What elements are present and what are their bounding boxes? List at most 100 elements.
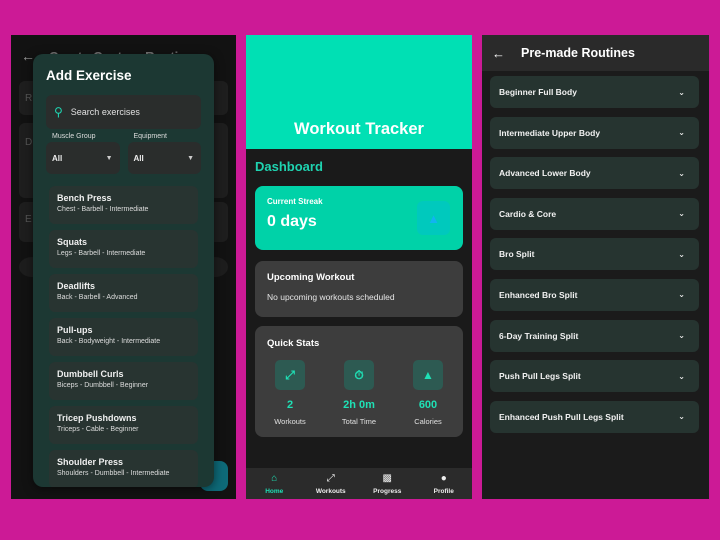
exercise-meta: Back - Bodyweight - Intermediate xyxy=(57,338,161,345)
routine-item[interactable]: Cardio & Core ⌄ xyxy=(490,197,699,230)
stat-total-time: ⏱ 2h 0m Total Time xyxy=(336,360,382,426)
routine-name: 6-Day Training Split xyxy=(499,330,579,341)
routine-item[interactable]: Advanced Lower Body ⌄ xyxy=(490,157,699,190)
exercise-meta: Shoulders - Dumbbell - Intermediate xyxy=(57,470,170,477)
exercise-meta: Biceps - Dumbbell - Beginner xyxy=(57,382,149,389)
filter-label: Equipment xyxy=(133,133,167,140)
filters: Muscle Group All ▼ Equipment All ▼ xyxy=(46,133,201,174)
exercise-name: Shoulder Press xyxy=(57,457,124,467)
stopwatch-icon: ⏱ xyxy=(344,360,374,390)
exercise-name: Pull-ups xyxy=(57,325,93,335)
equipment-filter: Equipment All ▼ xyxy=(127,133,201,174)
nav-label: Progress xyxy=(373,487,402,495)
routine-item[interactable]: Push Pull Legs Split ⌄ xyxy=(490,360,699,393)
muscle-group-filter: Muscle Group All ▼ xyxy=(46,133,120,174)
chart-icon: ▩ xyxy=(382,472,392,484)
filter-value: All xyxy=(52,153,63,163)
nav-home[interactable]: ⌂ Home xyxy=(249,473,299,495)
stat-value: 2h 0m xyxy=(343,399,375,411)
streak-card: Current Streak 0 days ▲ xyxy=(255,186,463,250)
quick-stats-title: Quick Stats xyxy=(267,338,320,349)
search-input[interactable] xyxy=(70,107,191,117)
nav-label: Home xyxy=(265,487,284,495)
stat-label: Calories xyxy=(414,417,442,426)
stat-label: Total Time xyxy=(341,417,377,426)
upcoming-title: Upcoming Workout xyxy=(267,272,355,283)
filter-label: Muscle Group xyxy=(52,133,96,140)
chevron-down-icon: ⌄ xyxy=(678,249,685,259)
chevron-down-icon: ⌄ xyxy=(678,290,685,300)
routine-name: Push Pull Legs Split xyxy=(499,371,581,382)
routine-name: Bro Split xyxy=(499,249,535,260)
app-bar: ← Pre-made Routines xyxy=(482,35,709,71)
exercise-item[interactable]: Deadlifts Back - Barbell - Advanced xyxy=(49,274,198,312)
fire-icon: ▲ xyxy=(413,360,443,390)
filter-value: All xyxy=(133,153,144,163)
muscle-group-select[interactable]: All ▼ xyxy=(46,142,120,174)
app-header: Workout Tracker xyxy=(246,35,472,149)
section-title: Dashboard xyxy=(255,159,323,174)
fire-icon: ▲ xyxy=(417,201,450,235)
search-icon: ⚲ xyxy=(54,105,63,119)
stat-value: 2 xyxy=(286,399,294,411)
nav-label: Workouts xyxy=(315,487,346,495)
bottom-nav: ⌂ Home ⤢ Workouts ▩ Progress ● Profile xyxy=(246,468,472,499)
exercise-item[interactable]: Squats Legs - Barbell - Intermediate xyxy=(49,230,198,268)
equipment-select[interactable]: All ▼ xyxy=(127,142,201,174)
routine-name: Enhanced Bro Split xyxy=(499,289,578,300)
nav-workouts[interactable]: ⤢ Workouts xyxy=(306,473,356,495)
exercise-name: Deadlifts xyxy=(57,281,96,291)
chevron-down-icon: ⌄ xyxy=(678,209,685,219)
nav-label: Profile xyxy=(433,487,454,495)
person-icon: ● xyxy=(440,472,447,484)
stat-label: Workouts xyxy=(274,417,306,426)
nav-profile[interactable]: ● Profile xyxy=(419,473,469,495)
routine-item[interactable]: Beginner Full Body ⌄ xyxy=(490,76,699,108)
add-exercise-modal: Add Exercise ⚲ Muscle Group All ▼ Equipm… xyxy=(33,54,214,487)
exercise-meta: Back - Barbell - Advanced xyxy=(57,294,138,301)
search-field[interactable]: ⚲ xyxy=(46,95,201,129)
exercise-name: Bench Press xyxy=(57,193,112,203)
chevron-down-icon: ⌄ xyxy=(678,128,685,138)
exercise-item[interactable]: Pull-ups Back - Bodyweight - Intermediate xyxy=(49,318,198,356)
exercise-item[interactable]: Tricep Pushdowns Triceps - Cable - Beginn… xyxy=(49,406,198,444)
chevron-down-icon: ⌄ xyxy=(678,87,685,97)
routine-item[interactable]: Enhanced Push Pull Legs Split ⌄ xyxy=(490,400,699,433)
chevron-down-icon: ⌄ xyxy=(678,331,685,341)
home-icon: ⌂ xyxy=(271,472,278,484)
nav-progress[interactable]: ▩ Progress xyxy=(362,473,412,495)
back-arrow-icon[interactable]: ← xyxy=(492,46,505,61)
dropdown-caret-icon: ▼ xyxy=(105,154,113,162)
stat-value: 600 xyxy=(418,399,438,411)
routine-item[interactable]: Enhanced Bro Split ⌄ xyxy=(490,278,699,311)
stat-workouts: ⤢ 2 Workouts xyxy=(267,360,313,426)
dumbbell-icon: ⤢ xyxy=(326,472,335,484)
routine-item[interactable]: Intermediate Upper Body ⌄ xyxy=(490,116,699,149)
dropdown-caret-icon: ▼ xyxy=(187,154,194,162)
quick-stats-card: Quick Stats ⤢ 2 Workouts ⏱ 2h 0m Total T… xyxy=(255,326,463,437)
exercise-meta: Chest - Barbell - Intermediate xyxy=(57,206,149,213)
routine-name: Advanced Lower Body xyxy=(499,168,591,179)
modal-title: Add Exercise xyxy=(46,68,132,83)
exercise-name: Tricep Pushdowns xyxy=(57,413,137,423)
upcoming-workout-card[interactable]: Upcoming Workout No upcoming workouts sc… xyxy=(255,261,463,317)
routine-name: Beginner Full Body xyxy=(499,87,577,97)
routine-name: Intermediate Upper Body xyxy=(499,127,601,138)
chevron-down-icon: ⌄ xyxy=(678,371,685,381)
upcoming-text: No upcoming workouts scheduled xyxy=(267,292,395,302)
exercise-item[interactable]: Bench Press Chest - Barbell - Intermediat… xyxy=(49,186,198,224)
exercise-meta: Triceps - Cable - Beginner xyxy=(57,426,139,433)
exercise-name: Squats xyxy=(57,237,88,247)
exercise-item[interactable]: Dumbbell Curls Biceps - Dumbbell - Beginn… xyxy=(49,362,198,400)
exercise-name: Dumbbell Curls xyxy=(57,369,124,379)
stat-calories: ▲ 600 Calories xyxy=(405,360,451,426)
stats-row: ⤢ 2 Workouts ⏱ 2h 0m Total Time ▲ 600 Ca… xyxy=(267,360,451,426)
page-title: Pre-made Routines xyxy=(521,46,635,60)
routine-item[interactable]: Bro Split ⌄ xyxy=(490,238,699,271)
chevron-down-icon: ⌄ xyxy=(678,412,685,422)
chevron-down-icon: ⌄ xyxy=(678,168,685,178)
routine-name: Cardio & Core xyxy=(499,208,557,219)
routine-item[interactable]: 6-Day Training Split ⌄ xyxy=(490,319,699,352)
exercise-item[interactable]: Shoulder Press Shoulders - Dumbbell - Int… xyxy=(49,450,198,487)
exercise-list: Bench Press Chest - Barbell - Intermediat… xyxy=(46,186,201,487)
